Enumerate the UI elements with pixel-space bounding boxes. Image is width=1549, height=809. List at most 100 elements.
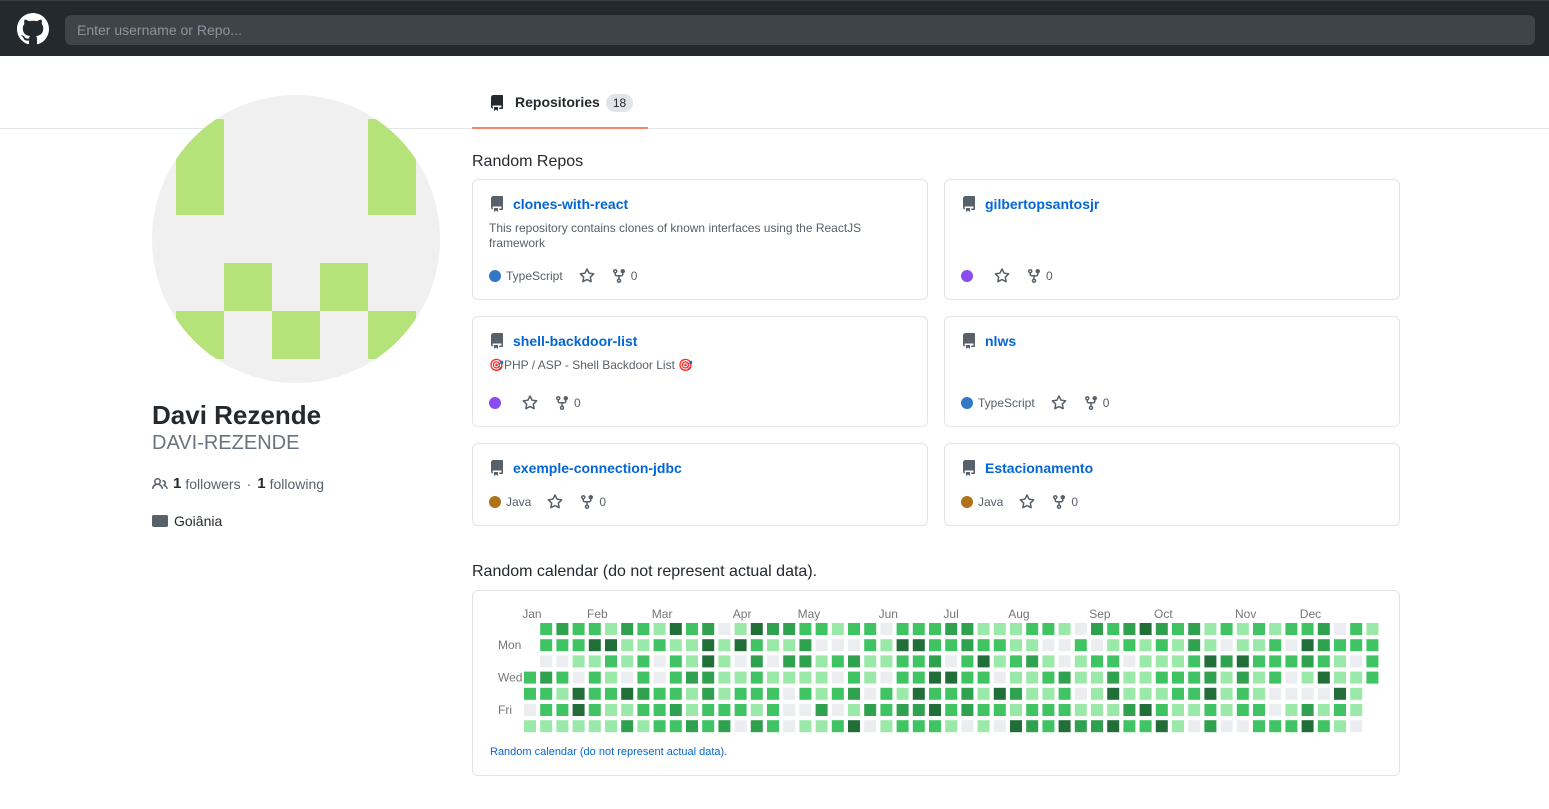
repo-name-link[interactable]: exemple-connection-jdbc — [513, 460, 682, 476]
calendar-day — [912, 720, 925, 733]
calendar-day — [831, 704, 844, 716]
calendar-day — [1074, 671, 1087, 684]
calendar-day — [1074, 720, 1087, 733]
calendar-day — [912, 687, 925, 700]
calendar-day — [718, 704, 731, 716]
calendar-day — [750, 720, 763, 733]
calendar-day — [831, 639, 844, 652]
profile-name: Davi Rezende — [152, 400, 322, 430]
calendar-month-label: Oct — [1154, 607, 1173, 621]
repo-card[interactable]: nlws TypeScript 0 — [944, 316, 1400, 427]
calendar-day — [831, 623, 844, 635]
repo-meta: Java 0 — [961, 494, 1078, 510]
repo-name-link[interactable]: clones-with-react — [513, 196, 628, 212]
follow-separator: · — [246, 475, 252, 492]
fork-icon[interactable] — [554, 395, 570, 411]
repo-name-link[interactable]: shell-backdoor-list — [513, 333, 637, 349]
github-logo-icon[interactable] — [17, 13, 49, 45]
repo-card[interactable]: exemple-connection-jdbc Java 0 — [472, 443, 928, 526]
calendar-month-label: Feb — [587, 607, 608, 621]
calendar-day — [1042, 655, 1055, 668]
repo-name-link[interactable]: nlws — [985, 333, 1016, 349]
calendar-day — [993, 671, 1006, 684]
calendar-day — [1155, 720, 1168, 733]
calendar-day — [605, 720, 617, 733]
repo-name-link[interactable]: gilbertopsantosjr — [985, 196, 1099, 212]
calendar-day — [1188, 639, 1201, 652]
calendar-day — [734, 639, 747, 652]
random-repos-title: Random Repos — [472, 153, 584, 170]
calendar-day — [1350, 623, 1363, 635]
calendar-day — [556, 623, 569, 635]
fork-count: 0 — [1102, 396, 1110, 410]
calendar-day — [524, 687, 536, 700]
calendar-day — [572, 704, 585, 716]
repo-name-link[interactable]: Estacionamento — [985, 460, 1093, 476]
calendar-day — [540, 687, 553, 700]
repo-language: TypeScript — [978, 396, 1035, 410]
tab-repositories[interactable]: Repositories 18 — [472, 86, 648, 129]
calendar-day — [1042, 687, 1055, 700]
calendar-day — [993, 704, 1006, 716]
calendar-day — [605, 687, 617, 700]
calendar-note-link[interactable]: Random calendar (do not represent actual… — [490, 746, 727, 758]
calendar-day — [572, 639, 585, 652]
calendar-day — [1042, 639, 1055, 652]
repo-book-icon — [963, 460, 975, 476]
repo-card[interactable]: Estacionamento Java 0 — [944, 443, 1400, 526]
calendar-day — [605, 704, 617, 716]
calendar-day — [734, 687, 747, 700]
fork-count: 0 — [1071, 495, 1079, 509]
fork-icon[interactable] — [611, 268, 627, 284]
calendar-month-label: Dec — [1300, 607, 1321, 621]
calendar-day — [1188, 687, 1201, 700]
calendar-day — [734, 720, 747, 733]
star-icon[interactable] — [547, 494, 563, 510]
repo-meta: 0 — [961, 268, 1053, 284]
repo-card[interactable]: clones-with-react This repository contain… — [472, 179, 928, 300]
calendar-day — [750, 704, 763, 716]
repo-card[interactable]: shell-backdoor-list 🎯PHP / ASP - Shell Ba… — [472, 316, 928, 427]
fork-count: 0 — [574, 396, 581, 410]
calendar-day — [1042, 623, 1055, 635]
calendar-day — [1317, 623, 1330, 635]
repo-card[interactable]: gilbertopsantosjr 0 — [944, 179, 1400, 300]
calendar-day — [929, 671, 941, 684]
fork-icon[interactable] — [1026, 268, 1042, 284]
star-icon[interactable] — [1051, 395, 1067, 411]
calendar-day — [1301, 623, 1314, 635]
calendar-day — [1091, 704, 1103, 716]
calendar-day — [880, 671, 893, 684]
star-icon[interactable] — [994, 268, 1010, 284]
star-icon[interactable] — [579, 268, 595, 284]
followers-label[interactable]: followers — [185, 476, 240, 492]
fork-icon[interactable] — [1051, 494, 1067, 510]
calendar-day — [896, 655, 909, 668]
calendar-day — [1301, 655, 1314, 668]
calendar-day — [1091, 655, 1103, 668]
calendar-day — [1010, 623, 1022, 635]
calendar-day — [993, 623, 1006, 635]
calendar-day — [653, 720, 666, 733]
calendar-day — [799, 687, 812, 700]
calendar-day — [945, 655, 958, 668]
star-icon[interactable] — [1019, 494, 1035, 510]
fork-icon[interactable] — [579, 494, 595, 510]
calendar-day — [669, 655, 682, 668]
calendar-day — [977, 704, 990, 716]
language-color-dot — [489, 270, 501, 282]
calendar-day — [540, 655, 553, 668]
calendar-day — [1172, 623, 1184, 635]
calendar-day — [1285, 720, 1298, 733]
calendar-day — [1026, 639, 1039, 652]
calendar-day — [1317, 704, 1330, 716]
star-icon[interactable] — [522, 395, 538, 411]
calendar-day — [718, 655, 731, 668]
following-label[interactable]: following — [270, 476, 324, 492]
calendar-day — [1188, 623, 1201, 635]
calendar-day — [556, 720, 569, 733]
calendar-day — [1285, 671, 1298, 684]
fork-icon[interactable] — [1083, 395, 1099, 411]
search-input[interactable] — [65, 15, 1535, 45]
language-color-dot — [961, 496, 973, 508]
